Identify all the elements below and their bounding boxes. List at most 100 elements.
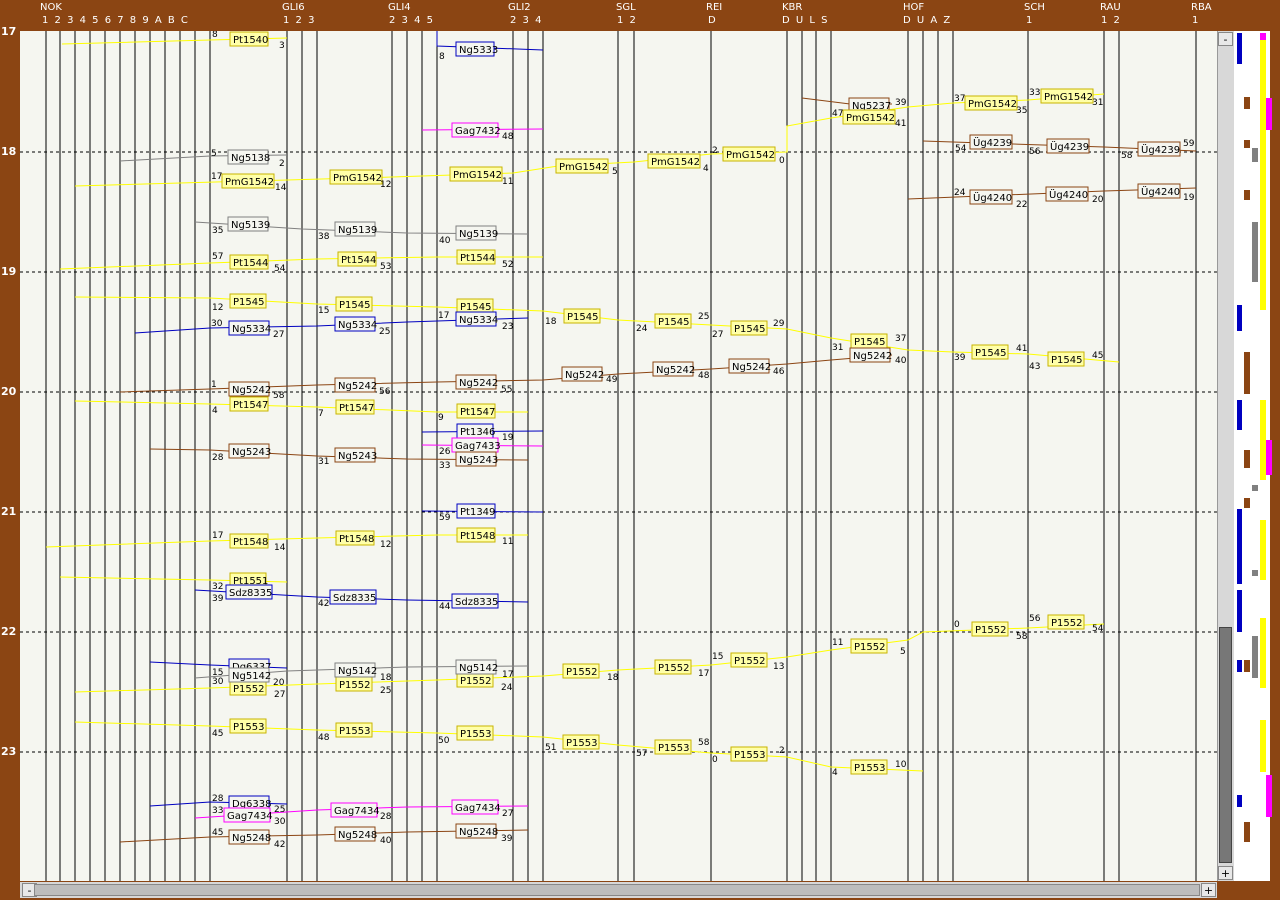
- vertical-scrollbar[interactable]: - +: [1217, 31, 1234, 881]
- overview-strip[interactable]: [1234, 31, 1272, 881]
- train-label[interactable]: P1552: [850, 638, 888, 654]
- train-label[interactable]: Pt1548: [335, 530, 375, 546]
- train-label[interactable]: Pt1544: [337, 251, 377, 267]
- train-label[interactable]: Üg4239: [1137, 141, 1181, 157]
- train-label[interactable]: P1553: [562, 734, 600, 750]
- train-label[interactable]: Üg4240: [1045, 186, 1089, 202]
- train-label[interactable]: Ng5334: [334, 316, 377, 332]
- train-label[interactable]: Pt1346: [456, 423, 495, 439]
- train-label[interactable]: P1545: [456, 298, 494, 314]
- train-label[interactable]: P1545: [229, 293, 267, 309]
- train-label[interactable]: Pt1548: [229, 533, 269, 549]
- station-name[interactable]: GLI4: [388, 2, 411, 13]
- train-label[interactable]: Pt1547: [229, 396, 269, 412]
- train-label[interactable]: Ng5248: [455, 823, 498, 839]
- station-name[interactable]: NOK: [40, 2, 62, 13]
- train-label[interactable]: P1552: [1047, 614, 1085, 630]
- train-label[interactable]: Pt1547: [456, 403, 496, 419]
- station-name[interactable]: GLI2: [508, 2, 531, 13]
- train-label[interactable]: P1553: [654, 739, 692, 755]
- train-label[interactable]: Pt1548: [456, 527, 496, 543]
- scroll-down-button[interactable]: +: [1218, 866, 1233, 880]
- scroll-up-button[interactable]: -: [1218, 32, 1233, 46]
- train-graph[interactable]: Pt154083 Ng53338Gag7432 48Ng5237 39PmG15421…: [20, 31, 1217, 881]
- train-label[interactable]: Gag7434: [451, 799, 501, 815]
- train-label[interactable]: PmG1542: [647, 153, 701, 169]
- train-label[interactable]: Sdz8335: [225, 584, 273, 600]
- train-label[interactable]: Ng5139: [455, 225, 498, 241]
- train-label[interactable]: Ng5334: [228, 320, 271, 336]
- train-label[interactable]: PmG1542: [221, 173, 275, 189]
- train-label[interactable]: PmG1542: [964, 95, 1018, 111]
- train-label[interactable]: Gag7434: [223, 807, 273, 823]
- train-label[interactable]: Pt1547: [335, 399, 375, 415]
- train-label[interactable]: Gag7434: [330, 802, 380, 818]
- train-label[interactable]: Ng5243: [455, 451, 498, 467]
- train-label[interactable]: Ng5334: [455, 311, 498, 327]
- train-label[interactable]: Ng5242: [334, 377, 377, 393]
- train-label[interactable]: P1553: [850, 759, 888, 775]
- train-label[interactable]: Ng5248: [228, 829, 271, 845]
- train-label[interactable]: Sdz8335: [451, 593, 499, 609]
- train-label[interactable]: P1545: [1047, 351, 1085, 367]
- train-label[interactable]: Pt1544: [456, 249, 496, 265]
- train-label[interactable]: P1545: [850, 333, 888, 349]
- train-label[interactable]: PmG1542: [449, 166, 503, 182]
- train-label[interactable]: Ng5242: [561, 366, 604, 382]
- station-name[interactable]: HOF: [903, 2, 924, 13]
- train-label[interactable]: P1553: [456, 725, 494, 741]
- station-name[interactable]: RBA: [1191, 2, 1212, 13]
- train-label[interactable]: P1545: [730, 320, 768, 336]
- train-label[interactable]: Gag7433: [451, 437, 501, 453]
- station-name[interactable]: KBR: [782, 2, 802, 13]
- train-label[interactable]: Pt1544: [229, 254, 269, 270]
- train-label[interactable]: Üg4240: [1137, 183, 1181, 199]
- train-label[interactable]: P1553: [229, 718, 267, 734]
- station-name[interactable]: GLI6: [282, 2, 305, 13]
- scroll-right-button[interactable]: +: [1201, 883, 1216, 897]
- vertical-scroll-thumb[interactable]: [1219, 627, 1232, 863]
- train-label[interactable]: Ng5139: [334, 221, 377, 237]
- train-label[interactable]: Üg4240: [969, 189, 1013, 205]
- train-label[interactable]: Gag7432: [451, 122, 501, 138]
- train-label[interactable]: Ng5138: [227, 149, 270, 165]
- train-label[interactable]: Ng5243: [334, 447, 377, 463]
- horizontal-scrollbar[interactable]: - +: [20, 882, 1217, 898]
- train-label[interactable]: P1545: [335, 296, 373, 312]
- train-label[interactable]: P1553: [730, 746, 768, 762]
- train-label[interactable]: P1552: [971, 621, 1009, 637]
- train-label[interactable]: Üg4239: [1046, 138, 1090, 154]
- train-label[interactable]: Ng5243: [228, 443, 271, 459]
- station-name[interactable]: RAU: [1100, 2, 1121, 13]
- train-label[interactable]: Ng5242: [228, 381, 271, 397]
- train-label[interactable]: P1552: [456, 672, 494, 688]
- train-label[interactable]: P1553: [335, 722, 373, 738]
- station-name[interactable]: SCH: [1024, 2, 1045, 13]
- train-label[interactable]: PmG1542: [842, 109, 896, 125]
- train-label[interactable]: Ng5242: [849, 347, 892, 363]
- train-label[interactable]: P1545: [971, 344, 1009, 360]
- horizontal-scroll-thumb[interactable]: [34, 884, 1200, 896]
- train-label[interactable]: P1552: [335, 676, 373, 692]
- train-label[interactable]: Üg4239: [969, 134, 1013, 150]
- train-label[interactable]: PmG1542: [1040, 88, 1094, 104]
- train-label[interactable]: P1545: [563, 308, 601, 324]
- train-label[interactable]: Ng5333: [455, 41, 498, 57]
- station-name[interactable]: REI: [706, 2, 722, 13]
- train-label[interactable]: PmG1542: [555, 158, 609, 174]
- train-label[interactable]: Ng5139: [227, 216, 270, 232]
- train-label[interactable]: Ng5142: [455, 659, 498, 675]
- train-label[interactable]: P1552: [229, 680, 267, 696]
- train-label[interactable]: P1552: [654, 659, 692, 675]
- train-label[interactable]: Ng5242: [652, 361, 695, 377]
- train-label[interactable]: Ng5242: [455, 374, 498, 390]
- train-label[interactable]: Pt1540: [229, 31, 269, 47]
- train-label[interactable]: Sdz8335: [329, 589, 377, 605]
- train-label[interactable]: Pt1349: [456, 503, 496, 519]
- train-label[interactable]: Ng5242: [728, 358, 771, 374]
- train-label[interactable]: PmG1542: [329, 169, 383, 185]
- train-label[interactable]: P1545: [654, 313, 692, 329]
- train-label[interactable]: P1552: [730, 652, 768, 668]
- train-label[interactable]: PmG1542: [722, 146, 776, 162]
- station-name[interactable]: SGL: [616, 2, 636, 13]
